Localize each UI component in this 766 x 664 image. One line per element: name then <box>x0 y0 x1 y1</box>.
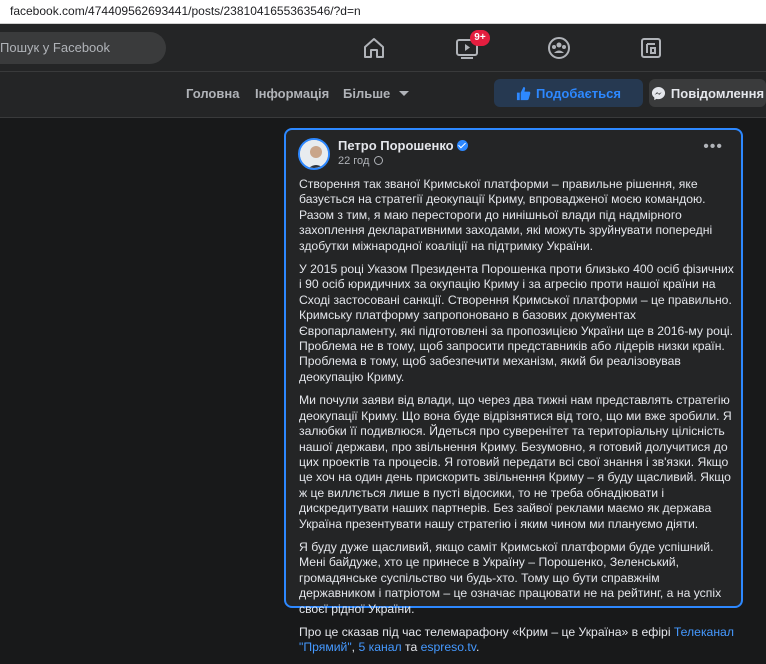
gaming-icon[interactable] <box>637 34 665 62</box>
link-5-kanal[interactable]: 5 канал <box>358 640 401 654</box>
groups-icon[interactable] <box>545 34 573 62</box>
browser-address-bar[interactable]: facebook.com/474409562693441/posts/23810… <box>0 0 766 24</box>
post-text: Створення так званої Кримської платформи… <box>299 177 735 664</box>
post-paragraph: У 2015 році Указом Президента Порошенка … <box>299 262 734 384</box>
post-meta: 22 год <box>338 155 384 167</box>
link-espreso[interactable]: espreso.tv <box>421 640 476 654</box>
post-time[interactable]: 22 год <box>338 155 369 167</box>
post-paragraph-last: Про це сказав під час телемарафону «Крим… <box>299 625 735 656</box>
like-page-button[interactable]: Подобається <box>494 79 643 107</box>
post-paragraph: Створення так званої Кримської платформи… <box>299 177 713 253</box>
separator: , <box>351 640 359 655</box>
more-options-icon[interactable]: ••• <box>703 139 723 155</box>
post-card: Петро Порошенко 22 год ••• Створення так… <box>284 128 743 654</box>
avatar[interactable] <box>298 138 330 170</box>
message-button[interactable]: Повідомлення <box>649 79 766 107</box>
search-input[interactable]: Пошук у Facebook <box>0 32 166 64</box>
message-button-label: Повідомлення <box>670 85 765 101</box>
notification-badge: 9+ <box>470 30 490 46</box>
globe-icon <box>374 156 384 165</box>
search-placeholder: Пошук у Facebook <box>0 40 111 55</box>
verified-badge-icon <box>456 140 468 151</box>
like-button-label: Подобається <box>536 85 621 101</box>
thumbs-up-icon <box>516 86 531 100</box>
tab-home[interactable]: Головна <box>186 86 239 101</box>
last-paragraph-text: Про це сказав під час телемарафону «Крим… <box>299 624 674 639</box>
top-navigation-bar: Пошук у Facebook <box>0 24 766 72</box>
separator: та <box>401 640 421 655</box>
url-text[interactable]: facebook.com/474409562693441/posts/23810… <box>10 4 361 18</box>
home-icon[interactable] <box>360 34 388 62</box>
post-paragraph: Я буду дуже щасливий, якщо саміт Кримськ… <box>299 539 722 616</box>
tab-more[interactable]: Більше <box>343 86 409 101</box>
tab-about[interactable]: Інформація <box>255 86 329 101</box>
tab-more-label: Більше <box>343 86 391 101</box>
period: . <box>475 640 480 655</box>
chevron-down-icon <box>398 91 409 96</box>
author-name[interactable]: Петро Порошенко <box>338 138 454 153</box>
messenger-icon <box>651 86 665 100</box>
post-paragraph: Ми почули заяви від влади, що через два … <box>299 393 732 531</box>
post-author[interactable]: Петро Порошенко <box>338 138 468 153</box>
